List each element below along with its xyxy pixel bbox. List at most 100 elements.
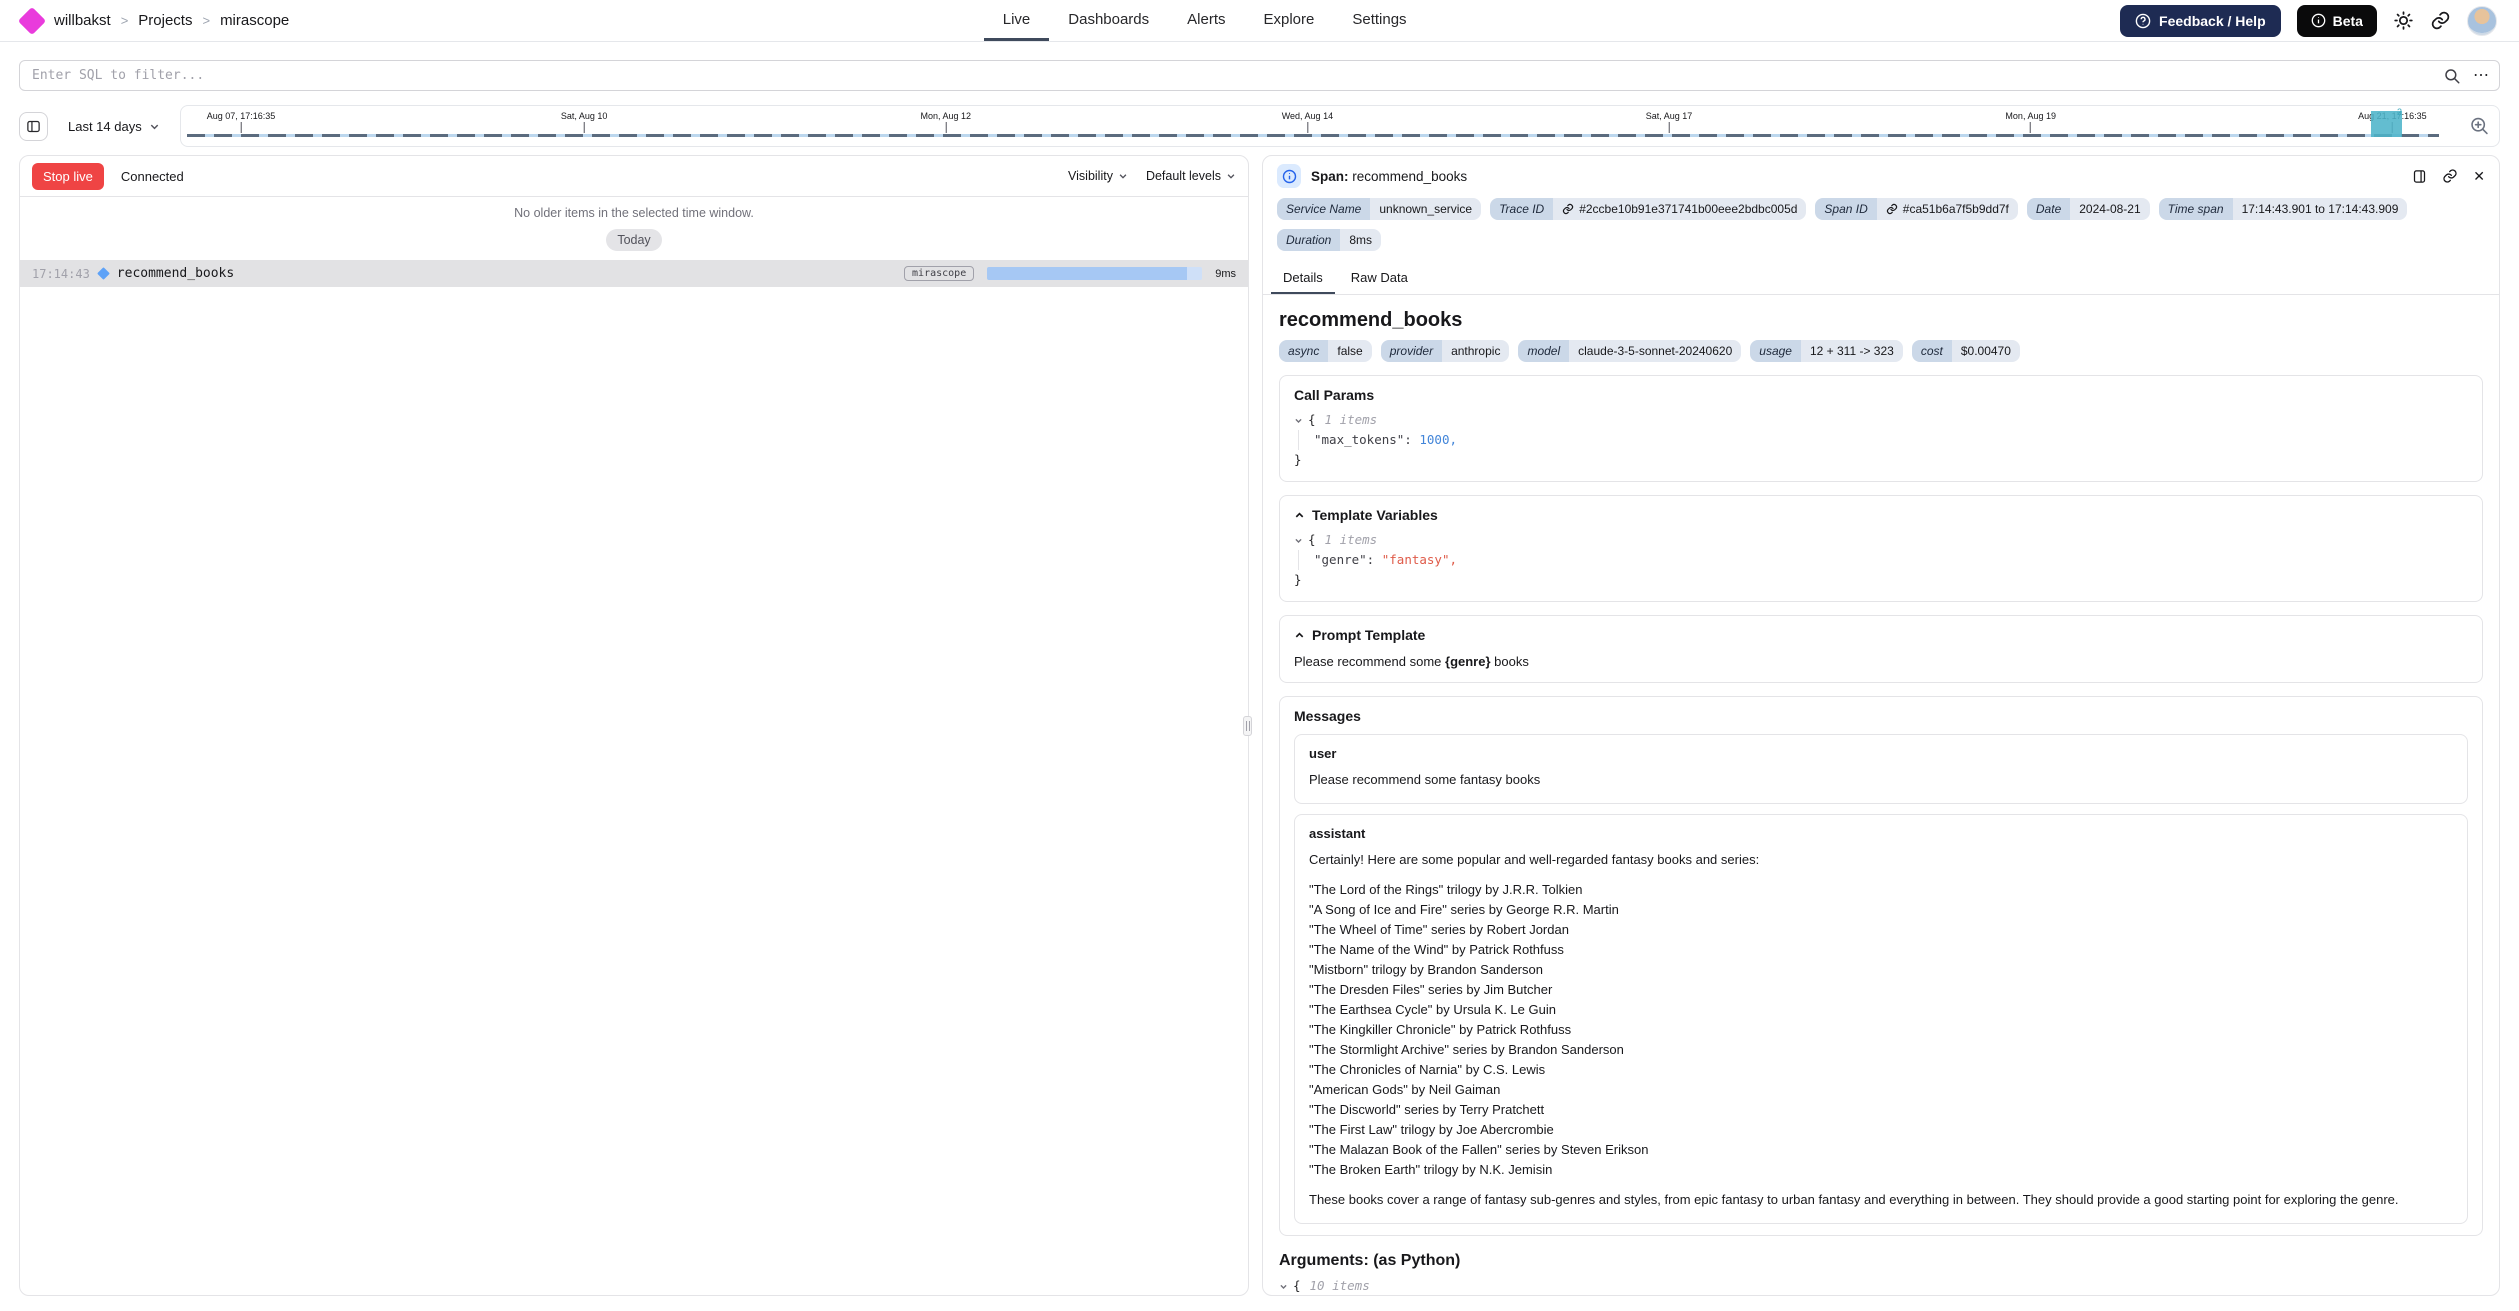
nav-tab[interactable]: Dashboards (1049, 0, 1168, 41)
day-divider-row: Today (20, 229, 1248, 251)
time-range-label: Last 14 days (68, 119, 142, 134)
meta-badge-text: #2ccbe10b91e371741b00eee2bdbc005d (1579, 202, 1797, 216)
book-list-item: "The Kingkiller Chronicle" by Patrick Ro… (1309, 1020, 2453, 1040)
copy-link-icon[interactable] (2442, 168, 2458, 184)
stop-live-button[interactable]: Stop live (32, 163, 104, 190)
timeline-tick-mark (240, 122, 241, 133)
breadcrumb-item[interactable]: mirascope (220, 12, 289, 29)
book-list-item: "American Gods" by Neil Gaiman (1309, 1080, 2453, 1100)
timeline-tick-mark (584, 122, 585, 133)
link-icon[interactable] (1886, 203, 1898, 215)
more-options-icon[interactable]: ⋯ (2473, 68, 2490, 84)
message-role: assistant (1309, 826, 2453, 841)
detail-tab[interactable]: Details (1271, 261, 1335, 294)
collapse-toggle-icon[interactable] (1294, 536, 1303, 545)
span-detail-panel: Span: recommend_books ✕ (1262, 155, 2500, 1296)
timeline-histogram[interactable]: Aug 07, 17:16:35 Sat, Aug 10 Mon, Aug 12… (180, 105, 2500, 147)
assistant-intro: Certainly! Here are some popular and wel… (1309, 850, 2453, 870)
timeline-tick: Mon, Aug 19 (2005, 111, 2056, 133)
json-key: "max_tokens": (1314, 432, 1412, 447)
meta-badge-value: 8ms (1340, 229, 1381, 251)
json-key: "genre": (1314, 552, 1374, 567)
nav-tab[interactable]: Alerts (1168, 0, 1244, 41)
collapse-toggle-icon[interactable] (1294, 416, 1303, 425)
sidebar-toggle-icon[interactable] (19, 112, 48, 141)
span-row-right: mirascope 9ms (904, 266, 1236, 281)
meta-badge-label: Span ID (1815, 198, 1876, 220)
prompt-template-heading[interactable]: Prompt Template (1294, 627, 2468, 643)
json-item-count: 10 items (1310, 1276, 1370, 1295)
span-list-row[interactable]: 17:14:43 recommend_books mirascope 9ms (20, 260, 1248, 287)
nav-tab[interactable]: Explore (1245, 0, 1334, 41)
chevron-down-icon (149, 121, 160, 132)
visibility-label: Visibility (1068, 169, 1113, 183)
user-avatar[interactable] (2467, 6, 2497, 36)
span-list: No older items in the selected time wind… (20, 197, 1248, 1295)
panel-resize-handle[interactable] (1243, 716, 1252, 736)
json-number-value: 1000, (1419, 432, 1457, 447)
attribute-badge-value: $0.00470 (1952, 340, 2020, 362)
beta-button[interactable]: Beta (2297, 5, 2377, 37)
theme-toggle-icon[interactable] (2393, 10, 2414, 31)
timeline-count-label: 2 (2397, 107, 2402, 117)
sql-filter-input[interactable] (19, 60, 2500, 91)
day-divider: Today (606, 229, 661, 251)
share-link-icon[interactable] (2430, 10, 2451, 31)
json-string-value: "fantasy", (1382, 552, 1457, 567)
attribute-badge-value: false (1328, 340, 1371, 362)
default-levels-label: Default levels (1146, 169, 1221, 183)
json-open-brace: { (1308, 530, 1316, 550)
breadcrumb-item[interactable]: Projects (138, 12, 192, 29)
chevron-up-icon (1294, 510, 1305, 521)
duration-bar (987, 267, 1202, 280)
info-icon (1277, 164, 1301, 188)
open-side-panel-icon[interactable] (2412, 169, 2427, 184)
book-list-item: "The First Law" trilogy by Joe Abercromb… (1309, 1120, 2453, 1140)
feedback-help-button[interactable]: Feedback / Help (2120, 5, 2281, 37)
json-item-count: 1 items (1325, 530, 1378, 550)
timeline-tick-mark (1307, 122, 1308, 133)
user-message-card: user Please recommend some fantasy books (1294, 734, 2468, 804)
close-icon[interactable]: ✕ (2473, 169, 2485, 183)
visibility-dropdown[interactable]: Visibility (1068, 169, 1128, 183)
prompt-template-card: Prompt Template Please recommend some {g… (1279, 615, 2483, 683)
beta-label: Beta (2333, 13, 2363, 29)
attribute-badge: async false (1279, 340, 1372, 362)
meta-badge: Trace ID #2ccbe10b91e371741b00eee2bdbc00… (1490, 198, 1806, 220)
attribute-badge-label: async (1279, 340, 1328, 362)
messages-card: Messages user Please recommend some fant… (1279, 696, 2483, 1236)
template-variables-heading[interactable]: Template Variables (1294, 507, 2468, 523)
prompt-template-text: Please recommend some {genre} books (1294, 652, 2468, 671)
attribute-badge-label: model (1518, 340, 1569, 362)
app-logo-icon[interactable] (18, 6, 46, 34)
book-list-item: "The Discworld" series by Terry Pratchet… (1309, 1100, 2453, 1120)
empty-window-notice: No older items in the selected time wind… (20, 206, 1248, 220)
collapse-toggle-icon[interactable] (1279, 1282, 1288, 1291)
breadcrumb: willbakst > Projects > mirascope > (54, 12, 289, 29)
breadcrumb-item[interactable]: willbakst (54, 12, 111, 29)
project-badge: mirascope (904, 266, 974, 281)
default-levels-dropdown[interactable]: Default levels (1146, 169, 1236, 183)
json-open-brace: { (1293, 1276, 1301, 1295)
messages-heading: Messages (1294, 708, 2468, 724)
detail-tabs: Details Raw Data (1263, 261, 2499, 295)
nav-tab[interactable]: Settings (1333, 0, 1425, 41)
call-params-heading: Call Params (1294, 387, 2468, 403)
time-range-dropdown[interactable]: Last 14 days (58, 119, 170, 134)
list-header-controls: Visibility Default levels (1068, 169, 1236, 183)
meta-badge-value: #2ccbe10b91e371741b00eee2bdbc005d (1553, 198, 1806, 220)
json-item-count: 1 items (1325, 410, 1378, 430)
span-detail-body[interactable]: recommend_books async false provider ant… (1263, 295, 2499, 1295)
prompt-template-title: Prompt Template (1312, 627, 1425, 643)
book-list-item: "Mistborn" trilogy by Brandon Sanderson (1309, 960, 2453, 980)
header-actions: Feedback / Help Beta (2120, 0, 2497, 41)
detail-tab[interactable]: Raw Data (1339, 261, 1420, 294)
link-icon[interactable] (1562, 203, 1574, 215)
search-icon[interactable] (2443, 67, 2461, 85)
zoom-in-icon[interactable] (2469, 116, 2490, 137)
attribute-badge: provider anthropic (1381, 340, 1510, 362)
meta-badge-label: Time span (2159, 198, 2233, 220)
book-list-item: "The Chronicles of Narnia" by C.S. Lewis (1309, 1060, 2453, 1080)
live-list-panel: Stop live Connected Visibility Default l… (19, 155, 1249, 1296)
nav-tab[interactable]: Live (984, 0, 1050, 41)
